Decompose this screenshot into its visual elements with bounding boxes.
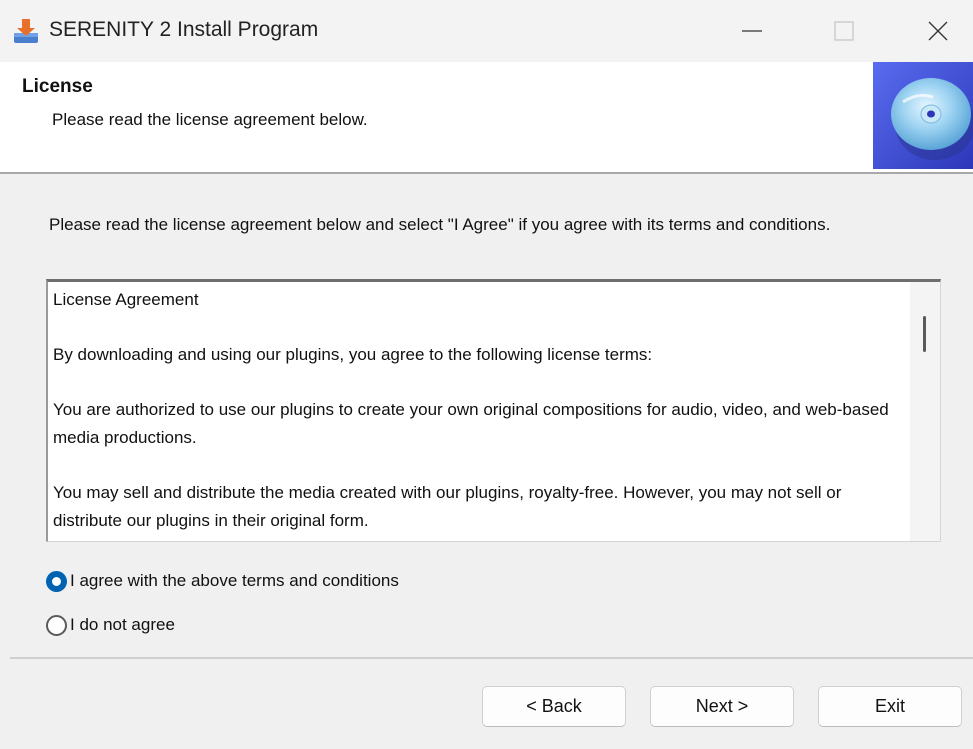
footer-separator	[10, 657, 973, 659]
close-button[interactable]	[908, 6, 968, 56]
title-bar[interactable]: SERENITY 2 Install Program	[0, 0, 973, 62]
license-paragraph: By downloading and using our plugins, yo…	[53, 345, 653, 364]
license-textbox[interactable]: License Agreement By downloading and usi…	[46, 279, 941, 542]
agree-label[interactable]: I agree with the above terms and conditi…	[70, 571, 399, 591]
page-header: License Please read the license agreemen…	[0, 62, 973, 172]
exit-button[interactable]: Exit	[818, 686, 962, 727]
license-paragraph: You are authorized to use our plugins to…	[53, 400, 889, 447]
close-icon	[928, 21, 948, 41]
disagree-option[interactable]: I do not agree	[46, 611, 175, 639]
agree-radio[interactable]	[46, 570, 67, 592]
page-subtitle: Please read the license agreement below.	[52, 110, 368, 129]
agree-option[interactable]: I agree with the above terms and conditi…	[46, 567, 399, 595]
back-button[interactable]: < Back	[482, 686, 626, 727]
instructions-text: Please read the license agreement below …	[49, 215, 831, 234]
minimize-button[interactable]	[722, 6, 782, 56]
license-paragraph: You may sell and distribute the media cr…	[53, 483, 842, 530]
disagree-radio[interactable]	[46, 614, 67, 636]
license-paragraph: License Agreement	[53, 290, 199, 309]
cd-disc-icon	[873, 62, 973, 169]
installer-window: SERENITY 2 Install Program License Pleas…	[0, 0, 973, 749]
page-title: License	[22, 76, 93, 97]
maximize-button	[814, 6, 874, 56]
scrollbar-thumb[interactable]	[923, 316, 926, 352]
license-text: License Agreement By downloading and usi…	[53, 286, 913, 541]
installer-download-icon	[12, 17, 40, 45]
next-button[interactable]: Next >	[650, 686, 794, 727]
license-scrollbar[interactable]	[910, 282, 940, 541]
disagree-label[interactable]: I do not agree	[70, 615, 175, 635]
header-separator	[0, 172, 973, 174]
window-title: SERENITY 2 Install Program	[49, 18, 319, 41]
